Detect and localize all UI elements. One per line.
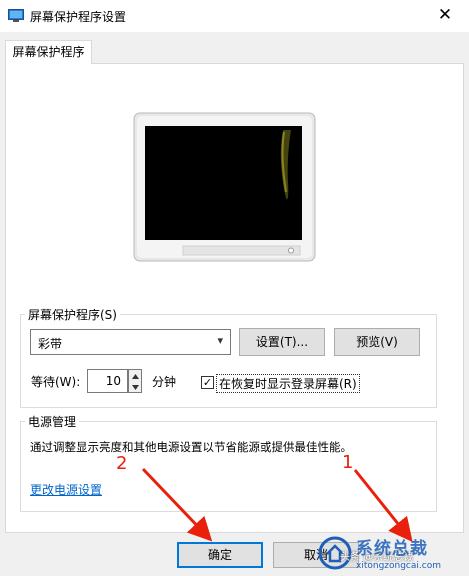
annotation-label-2: 2 — [116, 453, 128, 474]
arrow-to-ok — [141, 467, 213, 542]
watermark-url: xitongzongcai.com — [356, 561, 441, 571]
annotation-arrows — [141, 467, 413, 543]
arrow-to-cancel — [353, 469, 413, 543]
watermark-brand: 系统总裁 — [356, 539, 428, 559]
annotation-label-1: 1 — [342, 452, 354, 473]
tab-screensaver[interactable]: 屏幕保护程序 — [5, 40, 92, 64]
watermark: 头条 @系统总裁 系统总裁 xitongzongcai.com — [318, 531, 469, 576]
